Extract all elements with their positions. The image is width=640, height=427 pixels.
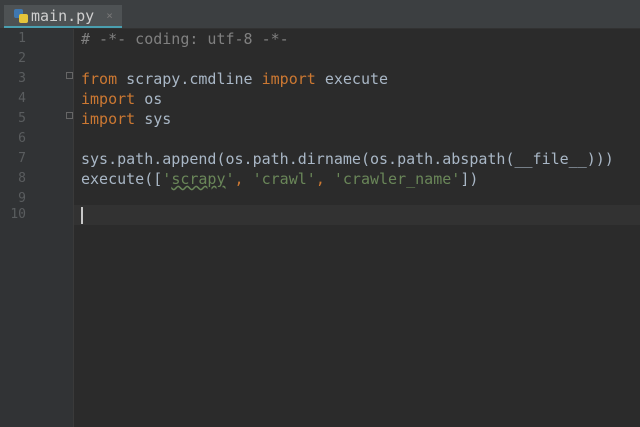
fold-marker-icon[interactable]: [66, 112, 73, 119]
quote: ': [225, 170, 235, 188]
identifier: os: [135, 90, 163, 108]
line-number: 7: [18, 151, 26, 166]
quote: ': [162, 170, 172, 188]
code-line-3: from scrapy.cmdline import execute: [74, 69, 640, 89]
line-number: 6: [18, 131, 26, 146]
text-cursor: [81, 207, 83, 224]
python-file-icon: [14, 8, 28, 23]
string-literal: 'crawler_name': [333, 170, 461, 188]
code-line-7: sys.path.append(os.path.dirname(os.path.…: [74, 149, 640, 169]
close-tab-icon[interactable]: ×: [106, 9, 113, 22]
tab-label: main.py: [31, 6, 95, 25]
fold-marker-icon[interactable]: [66, 72, 73, 79]
keyword: import: [81, 110, 136, 128]
identifier: sys: [135, 110, 172, 128]
line-number: 3: [18, 71, 26, 86]
statement: sys.path.append(os.path.dirname(os.path.…: [81, 150, 614, 168]
tab-main-py[interactable]: main.py ×: [4, 5, 122, 28]
code-editor[interactable]: # -*- coding: utf-8 -*- from scrapy.cmdl…: [74, 29, 640, 427]
line-number: 2: [18, 51, 26, 66]
string-literal: scrapy: [171, 170, 226, 188]
code-line-5: import sys: [74, 109, 640, 129]
line-number: 10: [10, 207, 26, 222]
string-literal: 'crawl': [252, 170, 316, 188]
module-name: scrapy.cmdline: [117, 70, 262, 88]
identifier: execute: [315, 70, 389, 88]
code-line-1: # -*- coding: utf-8 -*-: [74, 29, 640, 49]
code-line-8: execute(['scrapy', 'crawl', 'crawler_nam…: [74, 169, 640, 189]
line-number: 8: [18, 171, 26, 186]
keyword: import: [261, 70, 316, 88]
line-number: 1: [18, 31, 26, 46]
line-number: 5: [18, 111, 26, 126]
comma: ,: [315, 170, 334, 188]
comma: ,: [234, 170, 253, 188]
call-end: ]): [460, 170, 479, 188]
call: execute([: [81, 170, 163, 188]
comment-text: # -*- coding: utf-8 -*-: [81, 30, 289, 48]
editor-tab-bar: main.py ×: [0, 0, 640, 29]
code-line-10-current: [74, 205, 640, 225]
keyword: from: [81, 70, 118, 88]
line-number: 4: [18, 91, 26, 106]
code-line-4: import os: [74, 89, 640, 109]
keyword: import: [81, 90, 136, 108]
